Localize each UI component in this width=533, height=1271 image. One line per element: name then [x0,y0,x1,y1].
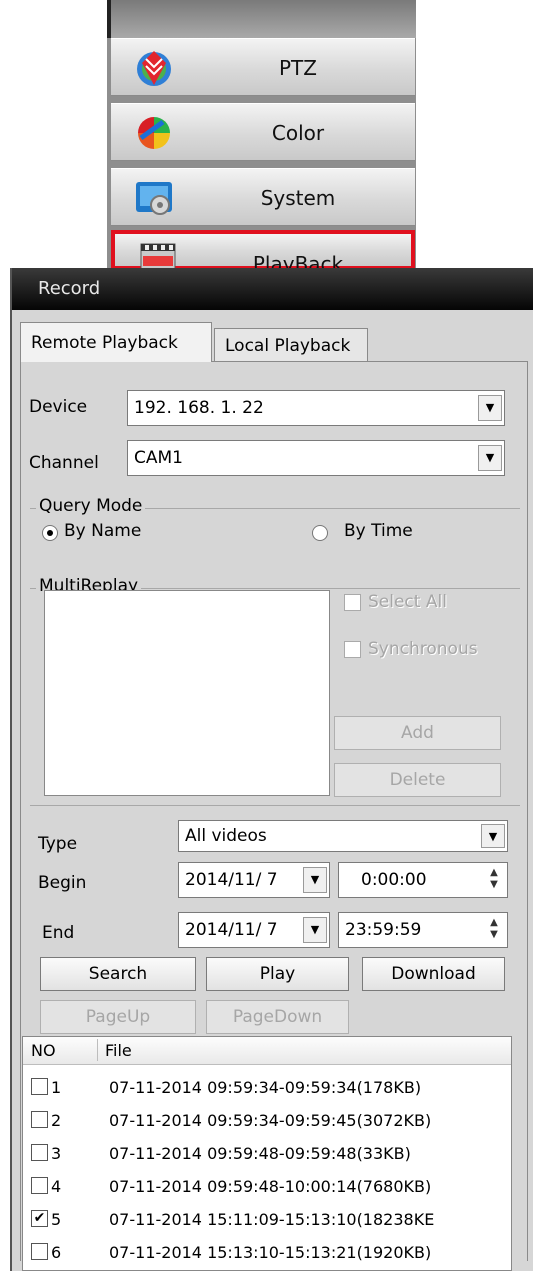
row-number: 6 [51,1243,62,1262]
row-checkbox[interactable] [31,1144,48,1161]
chevron-down-icon[interactable]: ▼ [478,395,502,421]
row-checkbox[interactable]: ✔ [31,1210,48,1227]
page-down-button[interactable]: PageDown [206,1000,349,1034]
table-row[interactable]: 4 07-11-2014 09:59:48-10:00:14(7680KB) [23,1172,511,1202]
table-row[interactable]: 2 07-11-2014 09:59:34-09:59:45(3072KB) [23,1106,511,1136]
channel-value: CAM1 [134,448,183,468]
radio-by-time[interactable] [312,525,328,541]
begin-label: Begin [38,873,87,893]
table-row[interactable]: 3 07-11-2014 09:59:48-09:59:48(33KB) [23,1139,511,1169]
row-number: 4 [51,1177,62,1196]
radio-by-name[interactable] [42,525,58,541]
type-select[interactable]: All videos ▼ [178,820,508,852]
table-row[interactable]: ✔ 5 07-11-2014 15:11:09-15:13:10(18238KE [23,1205,511,1235]
synchronous-label: Synchronous [368,639,478,659]
device-value: 192. 168. 1. 22 [134,398,264,418]
row-file: 07-11-2014 09:59:34-09:59:34(178KB) [109,1078,422,1097]
row-file: 07-11-2014 09:59:48-09:59:48(33KB) [109,1144,411,1163]
playback-icon [140,243,176,270]
table-row[interactable]: 6 07-11-2014 15:13:10-15:13:21(1920KB) [23,1238,511,1268]
file-table: NO File 1 07-11-2014 09:59:34-09:59:34(17… [22,1036,512,1271]
panel-titlebar: Record [12,268,533,310]
tab-remote-playback[interactable]: Remote Playback [20,322,212,362]
chevron-down-icon[interactable]: ▼ [303,867,327,893]
panel-title: Record [38,278,101,299]
menu-item-color[interactable]: Color [111,103,415,161]
menu-item-label: System [260,186,336,210]
menu-item-ptz[interactable]: PTZ [111,38,415,96]
row-file: 07-11-2014 15:11:09-15:13:10(18238KE [109,1210,435,1229]
chevron-down-icon[interactable]: ▼ [303,917,327,943]
begin-date-picker[interactable]: 2014/11/ 7 ▼ [178,862,330,898]
play-button[interactable]: Play [206,957,349,991]
row-checkbox[interactable] [31,1243,48,1260]
column-header-no: NO [31,1041,56,1060]
row-number: 5 [51,1210,62,1229]
end-date-picker[interactable]: 2014/11/ 7 ▼ [178,912,330,948]
side-menu: PTZ Color System PlayBack [107,0,416,270]
spinner-icon[interactable]: ▲ ▼ [483,867,505,893]
search-button[interactable]: Search [40,957,196,991]
multireplay-list[interactable] [44,590,330,796]
ptz-icon [137,51,171,86]
row-number: 2 [51,1111,62,1130]
tab-label: Local Playback [225,336,351,356]
add-button[interactable]: Add [334,716,501,750]
row-number: 1 [51,1078,62,1097]
end-date-value: 2014/11/ 7 [185,920,278,940]
channel-label: Channel [29,453,99,473]
row-file: 07-11-2014 15:13:10-15:13:21(1920KB) [109,1243,432,1262]
channel-select[interactable]: CAM1 ▼ [127,440,505,476]
device-select[interactable]: 192. 168. 1. 22 ▼ [127,390,505,426]
end-time-input[interactable]: 23:59:59 ▲ ▼ [338,912,508,948]
type-label: Type [38,834,78,854]
tab-label: Remote Playback [31,333,178,353]
begin-time-input[interactable]: 0:00:00 ▲ ▼ [338,862,508,898]
row-checkbox[interactable] [31,1111,48,1128]
query-mode-title: Query Mode [36,496,146,516]
begin-time-value: 0:00:00 [361,870,427,890]
column-header-file: File [105,1041,132,1060]
download-button[interactable]: Download [362,957,505,991]
begin-date-value: 2014/11/ 7 [185,870,278,890]
table-header: NO File [23,1037,511,1065]
color-icon [138,117,170,149]
page-up-button[interactable]: PageUp [40,1000,196,1034]
menu-item-playback[interactable]: PlayBack [111,230,415,270]
menu-item-system[interactable]: System [111,168,415,226]
system-icon [136,182,172,215]
row-checkbox[interactable] [31,1177,48,1194]
table-row[interactable]: 1 07-11-2014 09:59:34-09:59:34(178KB) [23,1073,511,1103]
end-time-value: 23:59:59 [345,920,422,940]
row-file: 07-11-2014 09:59:34-09:59:45(3072KB) [109,1111,432,1130]
column-divider [97,1039,98,1061]
menu-item-label: PTZ [279,56,317,80]
by-name-label: By Name [64,521,142,541]
row-number: 3 [51,1144,62,1163]
chevron-down-icon[interactable]: ▼ [478,445,502,471]
menu-item-label: Color [271,121,325,145]
spinner-icon[interactable]: ▲ ▼ [483,917,505,943]
select-all-checkbox[interactable] [344,594,361,611]
row-file: 07-11-2014 09:59:48-10:00:14(7680KB) [109,1177,432,1196]
device-label: Device [29,397,88,417]
by-time-label: By Time [344,521,413,541]
end-label: End [42,923,75,943]
row-checkbox[interactable] [31,1078,48,1095]
delete-button[interactable]: Delete [334,763,501,797]
chevron-down-icon[interactable]: ▼ [481,824,505,848]
synchronous-checkbox[interactable] [344,641,361,658]
tab-local-playback[interactable]: Local Playback [214,328,368,362]
menu-item-label: PlayBack [252,252,344,270]
type-value: All videos [185,826,267,846]
select-all-label: Select All [368,592,447,612]
menu-header-bar [107,0,416,38]
